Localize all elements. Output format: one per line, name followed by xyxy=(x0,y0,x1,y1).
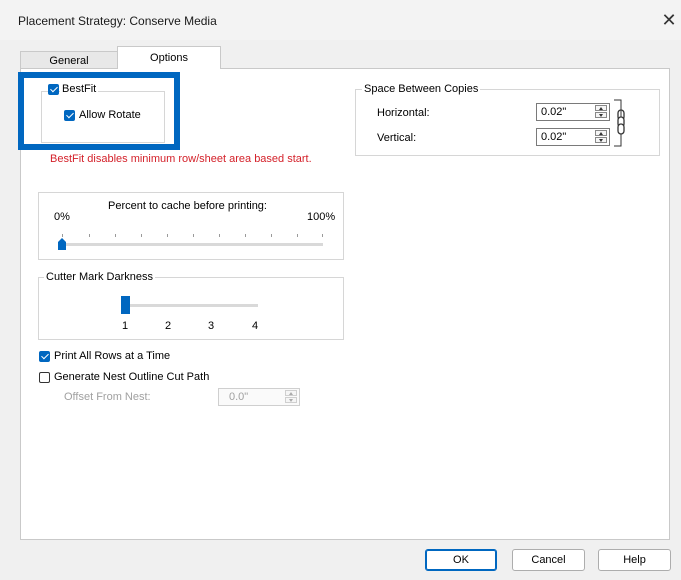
chain-link-icon[interactable] xyxy=(612,98,628,148)
cutter-slider-thumb[interactable] xyxy=(121,296,130,314)
print-all-rows-label[interactable]: Print All Rows at a Time xyxy=(54,350,170,362)
cache-tick xyxy=(141,234,142,237)
offset-from-nest-label: Offset From Nest: xyxy=(64,391,151,403)
spacing-label: Space Between Copies xyxy=(362,83,481,95)
nest-outline-checkbox[interactable] xyxy=(39,372,50,383)
tab-options[interactable]: Options xyxy=(117,46,221,69)
nest-outline-label[interactable]: Generate Nest Outline Cut Path xyxy=(54,371,209,383)
offset-from-nest-value: 0.0" xyxy=(229,391,249,403)
vertical-spinner[interactable]: 0.02" xyxy=(536,128,610,146)
cache-tick xyxy=(167,234,168,237)
spin-down-icon[interactable] xyxy=(595,137,607,143)
spin-down-icon[interactable] xyxy=(285,397,297,403)
spin-down-icon[interactable] xyxy=(595,112,607,118)
print-all-rows-checkbox[interactable] xyxy=(39,351,50,362)
cache-tick xyxy=(322,234,323,237)
cache-min-label: 0% xyxy=(54,211,70,223)
horizontal-value: 0.02" xyxy=(541,106,567,118)
spin-up-icon[interactable] xyxy=(285,390,297,396)
horizontal-label: Horizontal: xyxy=(377,107,430,119)
spin-up-icon[interactable] xyxy=(595,105,607,111)
cutter-tick-label: 3 xyxy=(208,320,215,332)
spin-up-icon[interactable] xyxy=(595,130,607,136)
cache-max-label: 100% xyxy=(307,211,336,223)
bestfit-checkbox[interactable] xyxy=(48,84,59,95)
offset-from-nest-spinner[interactable]: 0.0" xyxy=(218,388,300,406)
help-button[interactable]: Help xyxy=(598,549,671,571)
allow-rotate-checkbox[interactable] xyxy=(64,110,75,121)
cache-slider-thumb[interactable] xyxy=(57,237,67,251)
cache-tick xyxy=(193,234,194,237)
cache-tick xyxy=(245,234,246,237)
window-title: Placement Strategy: Conserve Media xyxy=(18,14,217,28)
cutter-tick-label: 2 xyxy=(165,320,172,332)
allow-rotate-label[interactable]: Allow Rotate xyxy=(79,109,141,121)
cutter-tick-label: 4 xyxy=(252,320,259,332)
cache-slider-track[interactable] xyxy=(62,243,323,246)
cutter-tick-label: 1 xyxy=(122,320,129,332)
cache-tick xyxy=(271,234,272,237)
cache-tick xyxy=(219,234,220,237)
vertical-label: Vertical: xyxy=(377,132,417,144)
cutter-slider-track[interactable] xyxy=(125,304,258,307)
horizontal-spinner[interactable]: 0.02" xyxy=(536,103,610,121)
close-icon[interactable]: ✕ xyxy=(659,9,679,31)
cache-tick xyxy=(115,234,116,237)
ok-button[interactable]: OK xyxy=(425,549,497,571)
cache-tick xyxy=(89,234,90,237)
bestfit-label[interactable]: BestFit xyxy=(60,83,99,95)
cache-tick xyxy=(297,234,298,237)
cancel-button[interactable]: Cancel xyxy=(512,549,585,571)
cache-label: Percent to cache before printing: xyxy=(108,200,267,212)
cutter-label: Cutter Mark Darkness xyxy=(44,271,155,283)
bestfit-warning: BestFit disables minimum row/sheet area … xyxy=(50,153,312,165)
cutter-group xyxy=(38,277,344,340)
vertical-value: 0.02" xyxy=(541,131,567,143)
